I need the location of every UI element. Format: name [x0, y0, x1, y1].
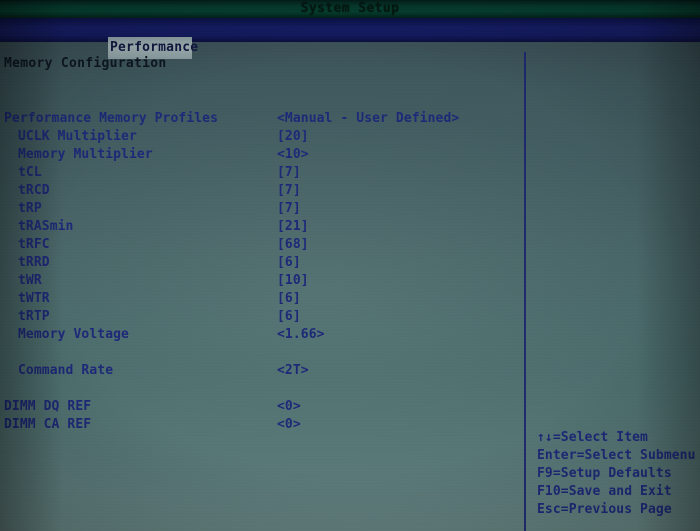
- panel-divider: [524, 52, 526, 531]
- title-bar: System Setup: [0, 0, 700, 18]
- setting-row[interactable]: tRCD [7]: [0, 182, 520, 200]
- setting-row[interactable]: tWR [10]: [0, 272, 520, 290]
- setting-row[interactable]: tRTP [6]: [0, 308, 520, 326]
- setting-label: tRTP: [18, 309, 50, 324]
- setting-value[interactable]: [7]: [277, 164, 301, 182]
- setting-label: tRCD: [18, 183, 50, 198]
- setting-value[interactable]: [6]: [277, 254, 301, 272]
- setting-label: tRRD: [18, 255, 50, 270]
- help-legend-line: ↑↓=Select Item: [537, 430, 648, 445]
- setting-row[interactable]: Memory Multiplier <10>: [0, 146, 520, 164]
- tab-bar: Performance: [0, 18, 700, 59]
- setting-value[interactable]: <2T>: [277, 362, 309, 380]
- setting-row[interactable]: tCL [7]: [0, 164, 520, 182]
- setting-row[interactable]: Memory Voltage <1.66>: [0, 326, 520, 344]
- tab-performance-label[interactable]: Performance: [110, 39, 198, 57]
- help-legend-line: F9=Setup Defaults: [537, 466, 672, 481]
- setting-value[interactable]: [7]: [277, 182, 301, 200]
- setting-label: tWTR: [18, 291, 50, 306]
- help-legend-line: F10=Save and Exit: [537, 484, 672, 499]
- setting-label: DIMM DQ REF: [4, 399, 92, 414]
- setting-value[interactable]: [20]: [277, 128, 309, 146]
- setting-value[interactable]: [21]: [277, 218, 309, 236]
- setting-value[interactable]: [6]: [277, 290, 301, 308]
- window-title: System Setup: [300, 1, 400, 16]
- setting-row[interactable]: tWTR [6]: [0, 290, 520, 308]
- setting-value[interactable]: [7]: [277, 200, 301, 218]
- setting-row[interactable]: UCLK Multiplier [20]: [0, 128, 520, 146]
- setting-label: Memory Multiplier: [18, 147, 153, 162]
- setting-value[interactable]: <0>: [277, 398, 301, 416]
- setting-label: tCL: [18, 165, 42, 180]
- setting-label: Performance Memory Profiles: [4, 111, 219, 126]
- setting-label: Memory Voltage: [18, 327, 129, 342]
- setting-label: tRFC: [18, 237, 50, 252]
- setting-value[interactable]: [68]: [277, 236, 309, 254]
- setting-label: tWR: [18, 273, 42, 288]
- setting-row[interactable]: tRFC [68]: [0, 236, 520, 254]
- setting-value[interactable]: <1.66>: [277, 326, 325, 344]
- page-title: Memory Configuration: [4, 56, 167, 71]
- setting-row[interactable]: tRP [7]: [0, 200, 520, 218]
- setting-value[interactable]: <10>: [277, 146, 309, 164]
- settings-list: Performance Memory Profiles <Manual - Use…: [0, 110, 520, 434]
- setting-row[interactable]: DIMM CA REF <0>: [0, 416, 520, 434]
- setting-label: tRASmin: [18, 219, 74, 234]
- setting-row[interactable]: DIMM DQ REF <0>: [0, 398, 520, 416]
- help-legend-line: Esc=Previous Page: [537, 502, 672, 517]
- setting-label: tRP: [18, 201, 42, 216]
- help-legend-line: Enter=Select Submenu: [537, 448, 696, 463]
- setting-label: Command Rate: [18, 363, 114, 378]
- setting-value[interactable]: [10]: [277, 272, 309, 290]
- bios-setup-screen: System Setup Performance Memory Configur…: [0, 0, 700, 531]
- setting-value[interactable]: [6]: [277, 308, 301, 326]
- setting-row[interactable]: tRASmin [21]: [0, 218, 520, 236]
- setting-row[interactable]: tRRD [6]: [0, 254, 520, 272]
- setting-value[interactable]: <0>: [277, 416, 301, 434]
- setting-label: UCLK Multiplier: [18, 129, 137, 144]
- setting-row[interactable]: Command Rate <2T>: [0, 362, 520, 380]
- setting-value[interactable]: <Manual - User Defined>: [277, 110, 459, 128]
- help-panel: ↑↓=Select Item Enter=Select Submenu F9=Set…: [537, 429, 697, 519]
- setting-row[interactable]: Performance Memory Profiles <Manual - Use…: [0, 110, 520, 128]
- setting-label: DIMM CA REF: [4, 417, 92, 432]
